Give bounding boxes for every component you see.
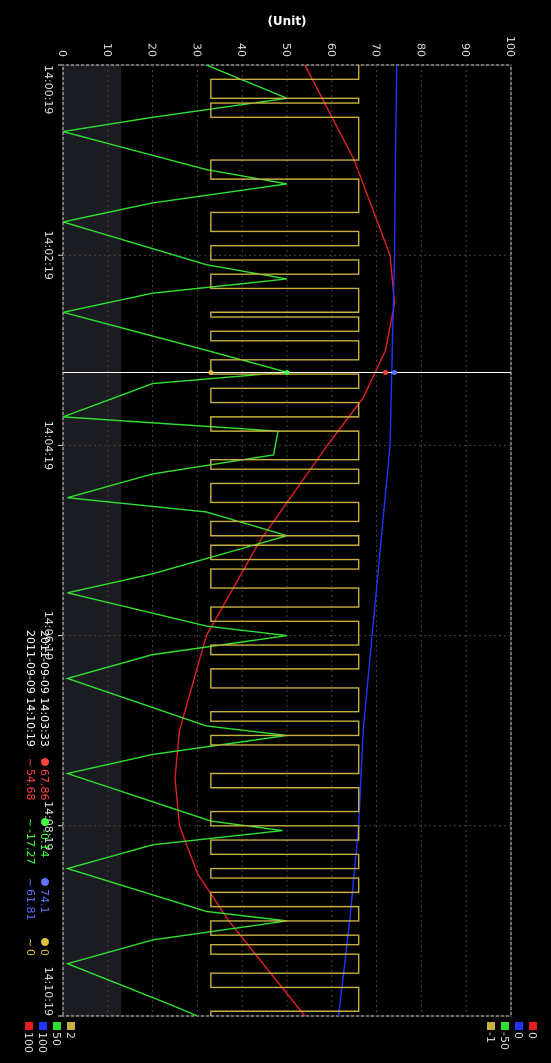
- y-tick-label: 20: [146, 43, 159, 57]
- y-tick-label: 60: [325, 43, 338, 57]
- series-value: 0: [38, 949, 51, 956]
- axis-swatch: [67, 1022, 75, 1030]
- y-tick-label: 0: [56, 50, 69, 57]
- axis-swatch: [501, 1022, 509, 1030]
- axis-top-label: 100: [22, 1032, 35, 1053]
- axis-bottom-label: -50: [498, 1032, 511, 1050]
- series-value: 54.68: [24, 769, 37, 801]
- axis-top-label: 100: [36, 1032, 49, 1053]
- series-value: 0: [24, 949, 37, 956]
- axis-top-label: 50: [50, 1032, 63, 1046]
- axis-swatch: [487, 1022, 495, 1030]
- x-tick-label: 14:00:19: [42, 65, 55, 114]
- axis-swatch: [515, 1022, 523, 1030]
- trend-icon: ~: [24, 938, 37, 947]
- y-tick-label: 10: [101, 43, 114, 57]
- lower-band: [62, 65, 122, 1016]
- series-value: 61.81: [24, 889, 37, 921]
- axis-bottom-label: 0: [526, 1032, 539, 1039]
- value-dot: [41, 938, 49, 946]
- axis-top-label: 2: [64, 1032, 77, 1039]
- trend-chart[interactable]: 0 10 20 30 40 50 60 70 80 90 10014:00:1914:02:1914…: [0, 0, 551, 1063]
- chart-stage: 0 10 20 30 40 50 60 70 80 90 100 14:00:19 14:02:19 14…: [0, 0, 551, 1063]
- value-dot: [41, 758, 49, 766]
- y-tick-label: 30: [190, 43, 203, 57]
- y-tick-label: 100: [504, 36, 517, 57]
- axis-swatch: [25, 1022, 33, 1030]
- y-tick-label: 80: [414, 43, 427, 57]
- trend-icon: ~: [24, 818, 37, 827]
- axis-bottom-label: -1: [484, 1032, 497, 1043]
- cursor-marker: [383, 369, 389, 375]
- trend-icon: ~: [24, 878, 37, 887]
- end-time: 2011-09-09 14:10:19: [24, 630, 37, 747]
- series-value: 74.1: [38, 889, 51, 914]
- value-dot: [41, 818, 49, 826]
- x-tick-label: 14:04:19: [42, 421, 55, 470]
- y-tick-label: 50: [280, 43, 293, 57]
- y-tick-label: 40: [235, 43, 248, 57]
- cursor-time: 2011-09-09 14:03:33: [38, 630, 51, 747]
- value-dot: [41, 878, 49, 886]
- axis-swatch: [53, 1022, 61, 1030]
- y-tick-label: 70: [370, 43, 383, 57]
- y-axis-label: (Unit): [267, 14, 306, 28]
- x-tick-label: 14:02:19: [42, 230, 55, 279]
- series-value: 67.86: [38, 769, 51, 801]
- cursor-marker: [284, 369, 290, 375]
- x-tick-label: 14:10:19: [42, 967, 55, 1016]
- axis-swatch: [529, 1022, 537, 1030]
- series-value: -17.27: [24, 829, 37, 864]
- cursor-marker: [392, 369, 398, 375]
- series-value: -0.14: [38, 829, 51, 857]
- trend-icon: ~: [24, 758, 37, 767]
- cursor-marker: [208, 369, 214, 375]
- axis-bottom-label: 0: [512, 1032, 525, 1039]
- y-tick-label: 90: [459, 43, 472, 57]
- axis-swatch: [39, 1022, 47, 1030]
